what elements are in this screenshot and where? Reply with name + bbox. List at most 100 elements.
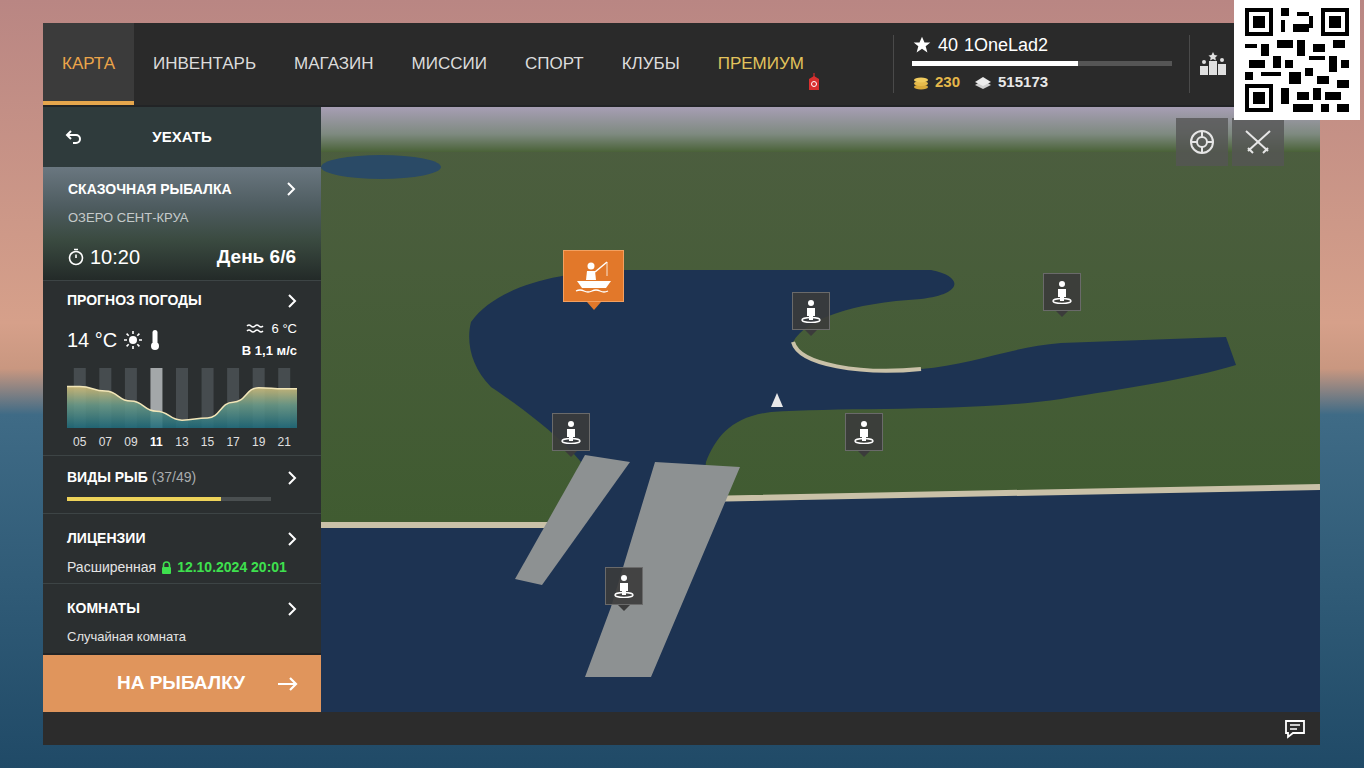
rooms-section[interactable]: КОМНАТЫ Случайная комната [43,583,321,653]
game-time: 10:20 [90,242,140,272]
weather-title: ПРОГНОЗ ПОГОДЫ [67,290,202,311]
hour-label: 21 [271,433,297,451]
nav-tab-label: МАГАЗИН [294,51,373,77]
nav-tab[interactable]: ИНВЕНТАРЬ [134,23,275,105]
hour-label: 17 [220,433,246,451]
game-window: КАРТА ИНВЕНТАРЬ МАГАЗИН МИССИИ СПОРТ КЛУБЫ ПРЕ… [43,23,1320,745]
chevron-icon [287,470,297,486]
map-button[interactable] [1232,118,1284,166]
map-pin-box[interactable] [845,413,883,451]
fisherman-boat-icon [574,259,614,293]
lock-icon [161,561,172,575]
leave-button[interactable]: УЕХАТЬ [43,107,321,167]
nav-tab[interactable]: МАГАЗИН [275,23,392,105]
map-button[interactable] [1176,118,1228,166]
rooms-value: Случайная комната [67,627,297,647]
water-waves-icon [246,323,264,335]
sun-icon [123,330,143,350]
hour-label: 11 [144,433,170,451]
license-type: Расширенная [67,557,156,578]
silver-amount: 515173 [998,71,1048,94]
go-fishing-label: НА РЫБАЛКУ [65,669,277,698]
temperature-curve [67,387,297,421]
map-pin-box[interactable] [792,292,830,330]
hour-label: 09 [118,433,144,451]
lake-map[interactable] [321,107,1320,712]
gold-amount: 230 [935,71,960,94]
map-pin[interactable] [792,292,830,336]
nav-tab-label: КЛУБЫ [622,51,680,77]
map-pin-box[interactable] [552,413,590,451]
map-pin-box[interactable] [1043,273,1081,311]
hour-label: 13 [169,433,195,451]
rooms-title: КОМНАТЫ [67,598,140,619]
location-card[interactable]: СКАЗОЧНАЯ РЫБАЛКА ОЗЕРО СЕНТ-КРУА 10:20 … [43,167,321,280]
nav-tab-label: СПОРТ [525,51,584,77]
top-bar: КАРТА ИНВЕНТАРЬ МАГАЗИН МИССИИ СПОРТ КЛУБЫ ПРЕ… [43,23,1320,105]
wind: В 1,1 м/с [242,341,297,361]
player-name: 1OneLad2 [964,34,1048,56]
profile[interactable]: 40 1OneLad2 230 515173 [894,23,1189,105]
location-title: СКАЗОЧНАЯ РЫБАЛКА [68,179,232,200]
nav-tab-label: ПРЕМИУМ [718,51,804,77]
back-arrow-icon [65,128,83,146]
nav-tabs: КАРТА ИНВЕНТАРЬ МАГАЗИН МИССИИ СПОРТ КЛУБЫ ПРЕ… [43,23,893,105]
map-pin-box[interactable] [605,567,643,605]
map-pin[interactable] [845,413,883,457]
xp-fill [912,61,1078,66]
fishing-spot-icon [613,574,635,598]
air-temperature: 14 °C [67,325,117,355]
crossed-swords-icon [1243,128,1273,156]
chevron-icon [287,531,297,547]
weather-chart [67,368,297,428]
fishing-spot-icon [560,420,582,444]
fish-progress [67,497,271,501]
qr-code [1234,0,1360,120]
fish-species-section[interactable]: ВИДЫ РЫБ (37/49) [43,455,321,513]
hour-labels: 050709111315171921 [67,433,297,451]
nav-tab-label: КАРТА [62,51,115,77]
location-subtitle: ОЗЕРО СЕНТ-КРУА [68,208,232,228]
nav-tab[interactable]: КАРТА [43,23,134,105]
bottom-bar [43,712,1320,745]
star-icon [912,35,932,55]
license-expiry: 12.10.2024 20:01 [177,557,287,578]
map-controls [1176,118,1284,166]
nav-tab[interactable]: ПРЕМИУМ [699,23,823,105]
silver-money-icon [973,76,993,90]
nav-tab[interactable]: СПОРТ [506,23,603,105]
fishing-spot-icon [853,420,875,444]
licenses-title: ЛИЦЕНЗИИ [67,528,145,549]
hour-label: 15 [195,433,221,451]
map-pin[interactable] [552,413,590,457]
hour-label: 07 [93,433,119,451]
stopwatch-icon [68,248,84,266]
fish-progress-fill [67,497,221,501]
sale-tag-icon [807,73,821,93]
fish-title: ВИДЫ РЫБ [67,467,148,488]
player-level: 40 [938,34,958,56]
thermometer-icon [149,329,161,351]
leave-label: УЕХАТЬ [83,126,299,149]
game-day: День 6/6 [217,243,296,272]
map-pin-box[interactable] [563,250,624,302]
map-pin[interactable] [1043,273,1081,317]
weather-section[interactable]: ПРОГНОЗ ПОГОДЫ 14 °C 6 °C [43,280,321,455]
fish-count: (37/49) [152,467,196,488]
fishing-spot-icon [800,299,822,323]
nav-tab[interactable]: МИССИИ [393,23,506,105]
go-fishing-button[interactable]: НА РЫБАЛКУ [43,655,321,712]
hour-label: 19 [246,433,272,451]
side-panel: УЕХАТЬ СКАЗОЧНАЯ РЫБАЛКА ОЗЕРО СЕНТ-КРУА [43,107,321,712]
arrow-right-icon [277,676,299,692]
nav-tab[interactable]: КЛУБЫ [603,23,699,105]
map-pin[interactable] [605,567,643,611]
licenses-section[interactable]: ЛИЦЕНЗИИ Расширенная 12.10.2024 20:01 [43,513,321,583]
chevron-icon [286,181,296,197]
leaderboard-icon[interactable] [1198,51,1228,77]
hour-label: 05 [67,433,93,451]
nav-tab-label: МИССИИ [412,51,487,77]
chat-icon[interactable] [1284,719,1306,739]
chevron-icon [287,601,297,617]
map-pin[interactable] [563,250,624,310]
